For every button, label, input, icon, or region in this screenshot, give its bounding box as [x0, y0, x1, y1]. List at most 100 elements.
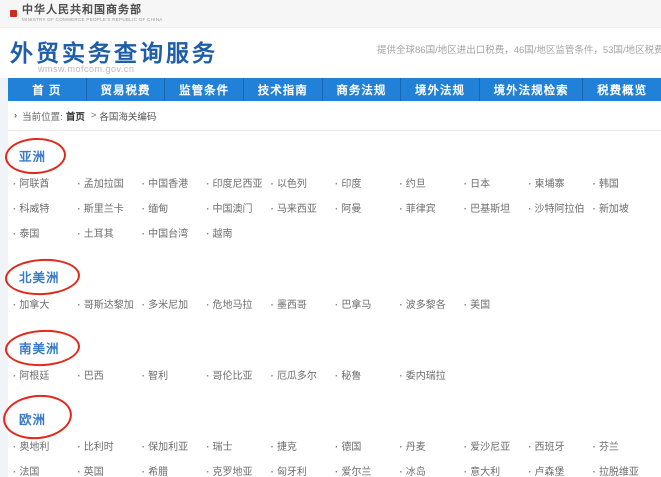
bullet-icon: ·: [206, 442, 209, 453]
bullet-icon: ·: [142, 229, 145, 240]
country-label: 爱沙尼亚: [470, 438, 510, 453]
nav-tab-2[interactable]: 贸易税费: [86, 78, 165, 101]
country-link[interactable]: ·委内瑞拉: [399, 367, 463, 382]
country-link[interactable]: ·多米尼加: [142, 296, 206, 311]
country-link[interactable]: ·孟加拉国: [77, 175, 141, 190]
bullet-icon: ·: [206, 467, 209, 477]
bullet-icon: ·: [13, 204, 16, 215]
country-link[interactable]: ·危地马拉: [206, 296, 270, 311]
country-label: 丹麦: [406, 438, 426, 453]
country-link[interactable]: ·哥斯达黎加: [77, 296, 141, 311]
country-link[interactable]: ·爱沙尼亚: [464, 438, 528, 453]
country-link[interactable]: ·阿联酋: [13, 175, 77, 190]
country-link[interactable]: ·波多黎各: [399, 296, 463, 311]
nav-tab-7[interactable]: 境外法规检索: [479, 78, 582, 101]
country-link[interactable]: ·西班牙: [528, 438, 592, 453]
country-link[interactable]: ·巴西: [77, 367, 141, 382]
bullet-icon: ·: [77, 204, 80, 215]
nav-tab-1[interactable]: 首 页: [8, 78, 86, 101]
country-link[interactable]: ·印度: [335, 175, 399, 190]
country-label: 约旦: [406, 175, 426, 190]
bullet-icon: ·: [271, 371, 274, 382]
country-link[interactable]: ·英国: [77, 463, 141, 477]
country-label: 哥斯达黎加: [84, 296, 134, 311]
bullet-icon: ·: [464, 442, 467, 453]
country-link[interactable]: ·意大利: [464, 463, 528, 477]
country-grid: ·阿联酋·孟加拉国·中国香港·印度尼西亚·以色列·印度·约旦·日本·柬埔寨·韩国…: [13, 175, 657, 240]
country-link[interactable]: ·克罗地亚: [206, 463, 270, 477]
country-link[interactable]: ·墨西哥: [271, 296, 335, 311]
country-link[interactable]: ·泰国: [13, 225, 77, 240]
country-link[interactable]: ·中国澳门: [206, 200, 270, 215]
country-link[interactable]: ·中国台湾: [142, 225, 206, 240]
country-link[interactable]: ·比利时: [77, 438, 141, 453]
section-header: 欧洲: [19, 409, 46, 429]
country-link[interactable]: ·法国: [13, 463, 77, 477]
country-link[interactable]: ·希腊: [142, 463, 206, 477]
country-link[interactable]: ·中国香港: [142, 175, 206, 190]
country-link[interactable]: ·土耳其: [77, 225, 141, 240]
country-link[interactable]: ·韩国: [593, 175, 657, 190]
country-link[interactable]: ·日本: [464, 175, 528, 190]
country-link[interactable]: ·约旦: [399, 175, 463, 190]
country-label: 巴基斯坦: [470, 200, 510, 215]
gov-topbar: 中华人民共和国商务部 MINISTRY OF COMMERCE PEOPLE'S…: [0, 0, 661, 28]
country-link[interactable]: · 越南: [206, 225, 270, 240]
bullet-icon: ·: [271, 300, 274, 311]
breadcrumb-label: 当前位置:: [22, 109, 63, 123]
country-link[interactable]: ·哥伦比亚: [206, 367, 270, 382]
country-link[interactable]: ·巴拿马: [335, 296, 399, 311]
country-link[interactable]: ·卢森堡: [528, 463, 592, 477]
bullet-icon: ·: [593, 442, 596, 453]
breadcrumb-home-link[interactable]: 首页: [66, 109, 85, 123]
bullet-icon: ·: [593, 204, 596, 215]
bullet-icon: ·: [271, 467, 274, 477]
country-link[interactable]: ·美国: [464, 296, 528, 311]
country-link[interactable]: ·芬兰: [593, 438, 657, 453]
bullet-icon: ·: [399, 442, 402, 453]
country-link[interactable]: · 保加利亚: [142, 438, 206, 453]
country-link[interactable]: ·斯里兰卡: [77, 200, 141, 215]
bullet-icon: ·: [77, 467, 80, 477]
nav-tab-8[interactable]: 税费概览: [582, 78, 661, 101]
country-link[interactable]: ·冰岛: [399, 463, 463, 477]
country-link[interactable]: ·马来西亚: [271, 200, 335, 215]
country-link[interactable]: ·秘鲁: [335, 367, 399, 382]
country-link[interactable]: ·印度尼西亚: [206, 175, 270, 190]
country-link[interactable]: ·沙特阿拉伯: [528, 200, 592, 215]
country-link[interactable]: ·奥地利: [13, 438, 77, 453]
nav-tab-4[interactable]: 技术指南: [243, 78, 322, 101]
nav-tab-3[interactable]: 监管条件: [164, 78, 243, 101]
country-link[interactable]: ·加拿大: [13, 296, 77, 311]
country-link[interactable]: ·德国: [335, 438, 399, 453]
country-link[interactable]: ·瑞士: [206, 438, 270, 453]
country-label: 越南: [213, 225, 233, 240]
country-link[interactable]: ·阿曼: [335, 200, 399, 215]
bullet-icon: ·: [142, 371, 145, 382]
country-label: 卢森堡: [535, 463, 565, 477]
nav-tab-6[interactable]: 境外法规: [400, 78, 479, 101]
bullet-icon: ·: [13, 371, 16, 382]
bullet-icon: ·: [206, 229, 209, 240]
nav-tab-5[interactable]: 商务法规: [322, 78, 401, 101]
country-link[interactable]: ·新加坡: [593, 200, 657, 215]
country-link[interactable]: ·巴基斯坦: [464, 200, 528, 215]
country-link[interactable]: ·缅甸: [142, 200, 206, 215]
country-link[interactable]: ·拉脱维亚: [593, 463, 657, 477]
country-link[interactable]: ·捷克: [271, 438, 335, 453]
continent-section-2: 北美洲·加拿大·哥斯达黎加·多米尼加·危地马拉·墨西哥·巴拿马·波多黎各·美国: [13, 267, 657, 311]
country-link[interactable]: ·科威特: [13, 200, 77, 215]
country-label: 保加利亚: [148, 438, 188, 453]
country-label: 阿曼: [341, 200, 361, 215]
country-label: 波多黎各: [406, 296, 446, 311]
country-link[interactable]: ·菲律宾: [399, 200, 463, 215]
country-link[interactable]: · 丹麦: [399, 438, 463, 453]
country-link[interactable]: ·智利: [142, 367, 206, 382]
country-link[interactable]: ·匈牙利: [271, 463, 335, 477]
country-link[interactable]: ·厄瓜多尔: [271, 367, 335, 382]
country-link[interactable]: ·柬埔寨: [528, 175, 592, 190]
country-link[interactable]: ·爱尔兰: [335, 463, 399, 477]
country-link[interactable]: ·阿根廷: [13, 367, 77, 382]
country-link[interactable]: ·以色列: [271, 175, 335, 190]
bullet-icon: ·: [206, 300, 209, 311]
